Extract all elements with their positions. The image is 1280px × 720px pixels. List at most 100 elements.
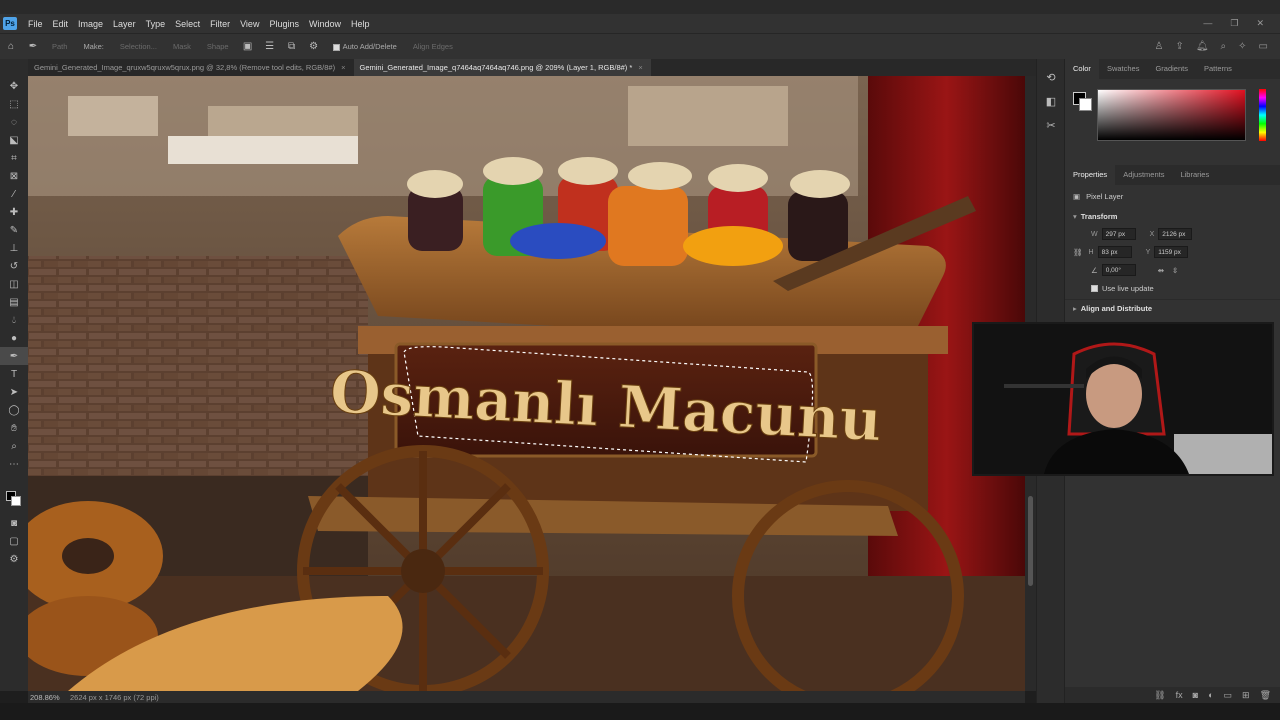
move-tool-icon[interactable]: ✥ (0, 77, 28, 95)
stamp-tool-icon[interactable]: ⊥ (0, 239, 28, 257)
pen-tool-preset-icon[interactable]: ✒ (26, 40, 40, 54)
bell-icon[interactable]: 🔔︎ (1196, 41, 1209, 52)
quick-mask-icon[interactable]: ◙ (0, 514, 28, 532)
scrollbar-thumb[interactable] (1028, 496, 1033, 586)
close-icon[interactable]: × (638, 63, 642, 72)
crop-tool-icon[interactable]: ⌗ (0, 149, 28, 167)
history-brush-icon[interactable]: ↺ (0, 257, 28, 275)
menu-edit[interactable]: Edit (48, 19, 74, 29)
healing-brush-icon[interactable]: ✚ (0, 203, 28, 221)
path-operations-icon[interactable]: ▣ (241, 40, 255, 54)
marquee-tool-icon[interactable]: ⬚ (0, 95, 28, 113)
link-layers-icon[interactable]: ⛓ (1154, 690, 1165, 701)
gear-icon[interactable]: ⚙ (307, 40, 321, 54)
edit-toolbar-icon[interactable]: ⚙ (0, 550, 28, 568)
path-mode-dropdown[interactable]: Path (44, 42, 75, 51)
maximize-icon[interactable]: ❐ (1230, 18, 1238, 29)
path-selection-icon[interactable]: ➤ (0, 383, 28, 401)
menu-image[interactable]: Image (73, 19, 108, 29)
eraser-tool-icon[interactable]: ◫ (0, 275, 28, 293)
menu-help[interactable]: Help (346, 19, 375, 29)
zoom-level[interactable]: 208.86% (28, 693, 62, 702)
mask-icon[interactable]: ◙ (1193, 690, 1198, 700)
more-tools-icon[interactable]: ⋯ (0, 455, 28, 473)
live-update-checkbox[interactable] (1091, 284, 1098, 292)
chevron-down-icon[interactable]: ▾ (1073, 212, 1077, 221)
background-color-swatch[interactable] (11, 496, 21, 506)
menu-window[interactable]: Window (304, 19, 346, 29)
menu-layer[interactable]: Layer (108, 19, 141, 29)
menu-select[interactable]: Select (170, 19, 205, 29)
shape-tool-icon[interactable]: ◯ (0, 401, 28, 419)
dodge-tool-icon[interactable]: ● (0, 329, 28, 347)
blur-tool-icon[interactable]: 💧︎ (0, 311, 28, 329)
screen-mode-icon[interactable]: ▢ (0, 532, 28, 550)
gradient-tool-icon[interactable]: ▤ (0, 293, 28, 311)
hand-tool-icon[interactable]: ✋︎ (0, 419, 28, 437)
adjustment-icon[interactable]: ◐ (1208, 690, 1213, 700)
share-icon[interactable]: ⇪ (1175, 41, 1183, 52)
tools-panel-icon[interactable]: ✂ (1037, 113, 1065, 137)
lasso-tool-icon[interactable]: ◌ (0, 113, 28, 131)
height-field[interactable]: 83 px (1097, 246, 1132, 258)
tab-patterns[interactable]: Patterns (1196, 59, 1240, 79)
make-selection-button[interactable]: Selection... (112, 42, 165, 51)
close-icon[interactable]: × (341, 63, 345, 72)
pen-tool-icon[interactable]: ✒ (0, 347, 28, 365)
path-arrangement-icon[interactable]: ⧉ (285, 40, 299, 54)
document-tab-2[interactable]: Gemini_Generated_Image_q7464aq7464aq746.… (353, 59, 651, 76)
tab-properties[interactable]: Properties (1065, 165, 1116, 185)
tab-swatches[interactable]: Swatches (1099, 59, 1148, 79)
workspace-icon[interactable]: ▭ (1259, 41, 1268, 52)
tab-adjustments[interactable]: Adjustments (1115, 165, 1172, 185)
hue-slider[interactable] (1259, 89, 1266, 141)
person-icon[interactable]: ♙ (1154, 41, 1163, 52)
close-window-icon[interactable]: ✕ (1256, 18, 1264, 29)
lightbulb-icon[interactable]: ✧ (1238, 41, 1246, 52)
chevron-right-icon[interactable]: ▸ (1073, 304, 1077, 313)
auto-add-delete-label: Auto Add/Delete (342, 42, 397, 51)
zoom-tool-icon[interactable]: ⌕ (0, 437, 28, 455)
angle-field[interactable]: 0,00° (1101, 264, 1136, 276)
link-icon[interactable]: ⛓ (1073, 248, 1083, 257)
home-icon[interactable]: ⌂ (4, 40, 18, 54)
make-mask-button[interactable]: Mask (165, 42, 199, 51)
history-panel-icon[interactable]: ⟲ (1037, 65, 1065, 89)
width-field[interactable]: 297 px (1101, 228, 1136, 240)
menu-plugins[interactable]: Plugins (264, 19, 304, 29)
object-selection-icon[interactable]: ⬕ (0, 131, 28, 149)
flip-vertical-icon[interactable]: ⇳ (1172, 266, 1178, 275)
align-edges-checkbox[interactable]: Align Edges (405, 42, 461, 51)
trash-icon[interactable]: 🗑︎ (1260, 690, 1271, 701)
document-tab-1[interactable]: Gemini_Generated_Image_qruxw5qruxw5qrux.… (28, 59, 354, 76)
layer-comps-icon[interactable]: ◧ (1037, 89, 1065, 113)
path-alignment-icon[interactable]: ☰ (263, 40, 277, 54)
color-picker-field[interactable] (1097, 89, 1246, 141)
menu-filter[interactable]: Filter (205, 19, 235, 29)
frame-tool-icon[interactable]: ⊠ (0, 167, 28, 185)
new-layer-icon[interactable]: ⊞ (1242, 690, 1250, 701)
document-info[interactable]: 2624 px x 1746 px (72 ppi) (62, 693, 159, 702)
eyedropper-icon[interactable]: ⁄ (0, 185, 28, 203)
menu-file[interactable]: File (23, 19, 48, 29)
checkbox-icon (332, 43, 340, 51)
tab-gradients[interactable]: Gradients (1147, 59, 1196, 79)
tab-color[interactable]: Color (1065, 59, 1099, 79)
auto-add-delete-checkbox[interactable]: Auto Add/Delete (325, 42, 405, 51)
menu-view[interactable]: View (235, 19, 264, 29)
x-field[interactable]: 2126 px (1158, 228, 1193, 240)
w-label: W (1091, 230, 1098, 238)
make-shape-button[interactable]: Shape (199, 42, 237, 51)
brush-tool-icon[interactable]: ✎ (0, 221, 28, 239)
document-canvas[interactable]: Osmanlı Macunu (28, 76, 1025, 691)
search-icon[interactable]: ⌕ (1221, 41, 1227, 52)
fx-icon[interactable]: fx (1176, 690, 1183, 700)
y-field[interactable]: 1159 px (1154, 246, 1189, 258)
background-color-chip[interactable] (1079, 98, 1092, 111)
tab-libraries[interactable]: Libraries (1172, 165, 1217, 185)
group-icon[interactable]: ▭ (1224, 690, 1233, 701)
minimize-icon[interactable]: — (1203, 18, 1212, 29)
menu-type[interactable]: Type (141, 19, 171, 29)
type-tool-icon[interactable]: T (0, 365, 28, 383)
flip-horizontal-icon[interactable]: ⇹ (1158, 266, 1164, 275)
